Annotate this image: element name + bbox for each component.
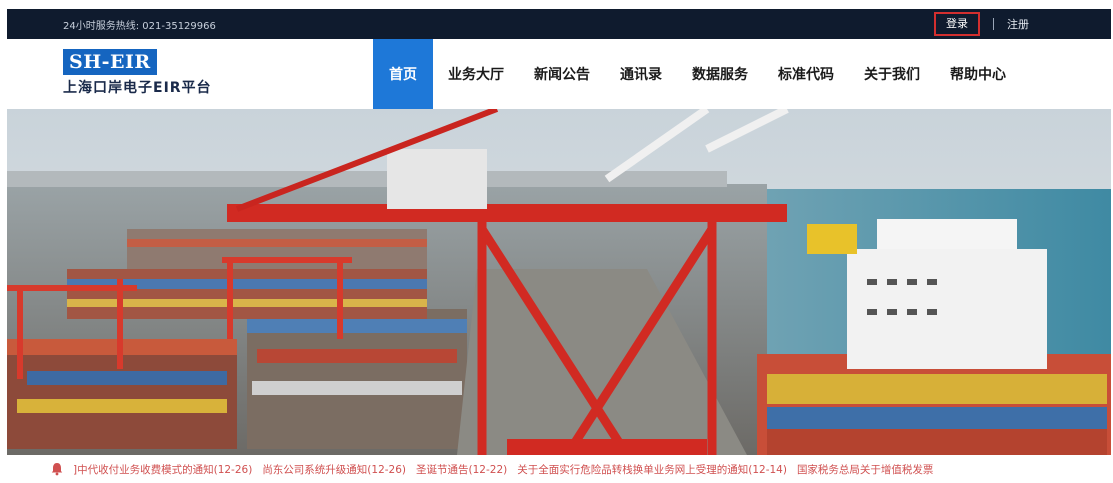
port-illustration [7,109,1111,455]
news-item[interactable]: 尚东公司系统升级通知(12-26) [262,462,406,477]
nav-business-hall[interactable]: 业务大厅 [433,39,519,109]
news-item[interactable]: 国家税务总局关于增值税发票 [797,462,934,477]
nav-home[interactable]: 首页 [373,39,433,109]
nav-standard-codes[interactable]: 标准代码 [763,39,849,109]
nav-directory[interactable]: 通讯录 [605,39,677,109]
top-bar: 24小时服务热线: 021-35129966 登录 注册 [7,9,1111,39]
login-button[interactable]: 登录 [934,12,980,36]
logo-mark: SH-EIR [63,49,157,75]
register-link[interactable]: 注册 [1007,16,1029,32]
nav-data-services[interactable]: 数据服务 [677,39,763,109]
logo-name: 上海口岸电子EIR平台 [63,80,212,96]
site-header: SH-EIR 上海口岸电子EIR平台 首页 业务大厅 新闻公告 通讯录 数据服务… [7,39,1111,109]
main-nav: 首页 业务大厅 新闻公告 通讯录 数据服务 标准代码 关于我们 帮助中心 [373,39,1021,109]
nav-about[interactable]: 关于我们 [849,39,935,109]
news-ticker: ]中代收付业务收费模式的通知(12-26) 尚东公司系统升级通知(12-26) … [7,455,1111,483]
nav-news[interactable]: 新闻公告 [519,39,605,109]
bell-icon [51,463,63,476]
hero-banner [7,109,1111,455]
auth-divider [993,18,994,30]
site-logo[interactable]: SH-EIR 上海口岸电子EIR平台 [63,49,212,97]
auth-links: 登录 注册 [934,12,1029,36]
news-item[interactable]: ]中代收付业务收费模式的通知(12-26) [73,462,252,477]
nav-help[interactable]: 帮助中心 [935,39,1021,109]
news-item[interactable]: 圣诞节通告(12-22) [416,462,507,477]
news-item[interactable]: 关于全面实行危险品转栈换单业务网上受理的通知(12-14) [517,462,787,477]
service-hotline: 24小时服务热线: 021-35129966 [63,21,216,32]
